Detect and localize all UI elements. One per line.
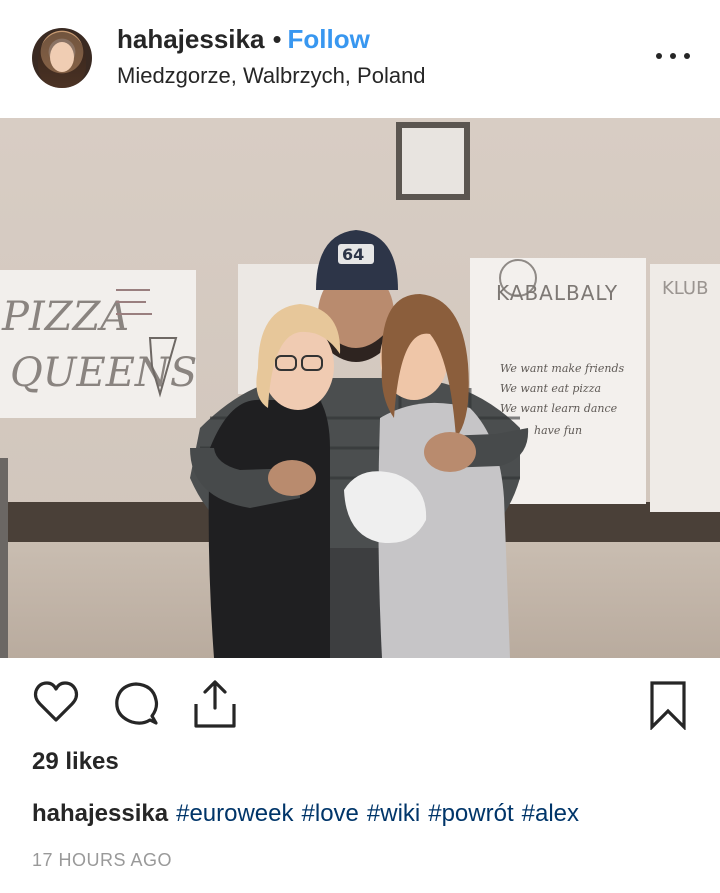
poster-text-queens: QUEENS [10,350,197,396]
username-row: hahajessika • Follow [117,24,370,54]
post-actions [0,676,720,736]
hashtag-link[interactable]: #euroweek [176,800,293,827]
follow-button[interactable]: Follow [288,24,370,55]
man-right-hand [424,432,476,472]
bookmark-icon[interactable] [648,680,688,730]
instagram-post: hahajessika • Follow Miedzgorze, Walbrzy… [0,0,720,893]
avatar-face [50,42,74,72]
poster-line-1: We want make friends [500,362,625,375]
poster-title: KABALBALY [496,281,618,305]
hashtag-link[interactable]: #love [302,800,359,827]
separator-dot: • [272,23,282,54]
post-username[interactable]: hahajessika [117,24,264,55]
post-header: hahajessika • Follow Miedzgorze, Walbrzy… [0,0,720,118]
avatar[interactable] [32,28,92,88]
caption: hahajessika #euroweek #love #wiki #powrót #al… [32,800,587,828]
more-dot [670,53,676,59]
post-location[interactable]: Miedzgorze, Walbrzych, Poland [117,63,426,89]
man-left-hand [268,460,316,496]
girl-left-top [208,399,330,658]
likes-count[interactable]: 29 likes [32,748,119,776]
poster-line-4: have fun [534,424,582,437]
hashtag-link[interactable]: #alex [522,800,579,827]
edge-poster [650,264,720,512]
post-timestamp: 17 HOURS AGO [32,850,173,870]
comment-icon[interactable] [112,680,160,728]
more-horizontal-icon[interactable] [656,44,690,68]
edge-figure [0,458,8,658]
hashtag-link[interactable]: #powrót [428,800,513,827]
post-photo[interactable]: PIZZA QUEENS KABALBALY We want make frie… [0,118,720,658]
poster-line-3: We want learn dance [500,402,618,415]
poster-text-pizza: PIZZA [1,294,129,340]
wall-frame-inner [402,128,464,194]
more-dot [656,53,662,59]
cap-number: 64 [342,245,364,264]
share-icon[interactable] [190,678,240,730]
hashtag-link[interactable]: #wiki [367,800,420,827]
poster-line-2: We want eat pizza [500,382,601,395]
more-dot [684,53,690,59]
edge-poster-text: KLUB [662,278,708,299]
heart-icon[interactable] [32,680,80,724]
caption-username[interactable]: hahajessika [32,800,168,827]
photo-scene: PIZZA QUEENS KABALBALY We want make frie… [0,118,720,658]
